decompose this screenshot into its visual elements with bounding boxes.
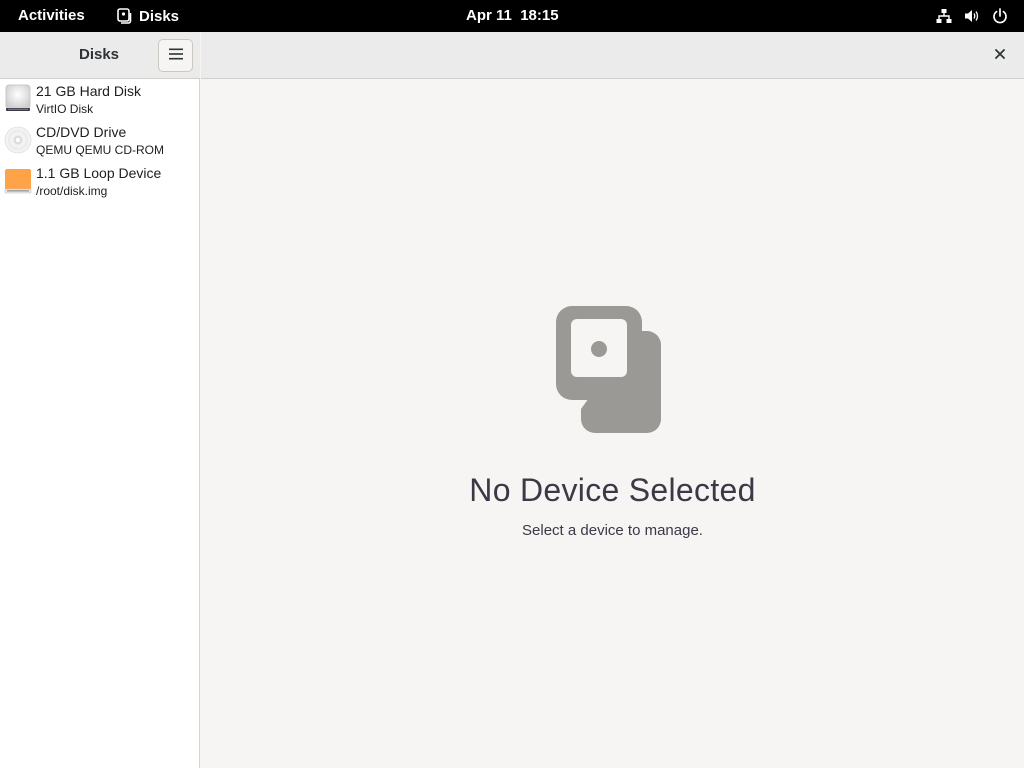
device-hard-disk[interactable]: 21 GB Hard Disk VirtIO Disk xyxy=(0,79,200,120)
hamburger-menu-icon xyxy=(168,47,183,65)
device-list: 21 GB Hard Disk VirtIO Disk CD/DVD Drive… xyxy=(0,79,200,202)
volume-icon[interactable] xyxy=(964,8,980,24)
empty-state: No Device Selected Select a device to ma… xyxy=(201,79,1024,768)
activities-button[interactable]: Activities xyxy=(18,0,85,32)
device-cd-dvd-drive[interactable]: CD/DVD Drive QEMU QEMU CD-ROM xyxy=(0,120,200,161)
device-subtitle: /root/disk.img xyxy=(36,184,108,198)
sidebar: Disks 21 GB Hard Disk VirtIO Disk CD/DVD… xyxy=(0,32,200,768)
device-name: 1.1 GB Loop Device xyxy=(36,165,162,181)
clock[interactable]: Apr 11 18:15 xyxy=(466,0,559,32)
device-name: 21 GB Hard Disk xyxy=(36,83,142,99)
hard-disk-icon xyxy=(4,83,32,115)
disks-app-icon xyxy=(117,8,133,24)
empty-state-title: No Device Selected xyxy=(469,472,756,508)
loop-device-icon xyxy=(4,165,32,197)
top-bar: Activities Disks Apr 11 18:15 xyxy=(0,0,1024,32)
empty-state-subtitle: Select a device to manage. xyxy=(522,522,703,539)
disks-placeholder-icon xyxy=(555,305,669,435)
optical-drive-icon xyxy=(4,124,32,156)
device-loop-device[interactable]: 1.1 GB Loop Device /root/disk.img xyxy=(0,161,200,202)
device-name: CD/DVD Drive xyxy=(36,124,127,140)
device-subtitle: QEMU QEMU CD-ROM xyxy=(36,143,164,157)
disks-window: Disks 21 GB Hard Disk VirtIO Disk CD/DVD… xyxy=(0,32,1024,768)
system-tray[interactable] xyxy=(936,0,1008,32)
app-menu[interactable]: Disks xyxy=(117,0,179,32)
app-menu-label: Disks xyxy=(139,7,180,25)
network-icon[interactable] xyxy=(936,8,952,24)
close-icon xyxy=(995,46,1005,64)
sidebar-header: Disks xyxy=(0,32,200,79)
device-subtitle: VirtIO Disk xyxy=(36,102,94,116)
content-header xyxy=(201,32,1024,79)
close-window-button[interactable] xyxy=(990,45,1010,65)
main-menu-button[interactable] xyxy=(158,39,193,72)
power-icon[interactable] xyxy=(992,8,1008,24)
